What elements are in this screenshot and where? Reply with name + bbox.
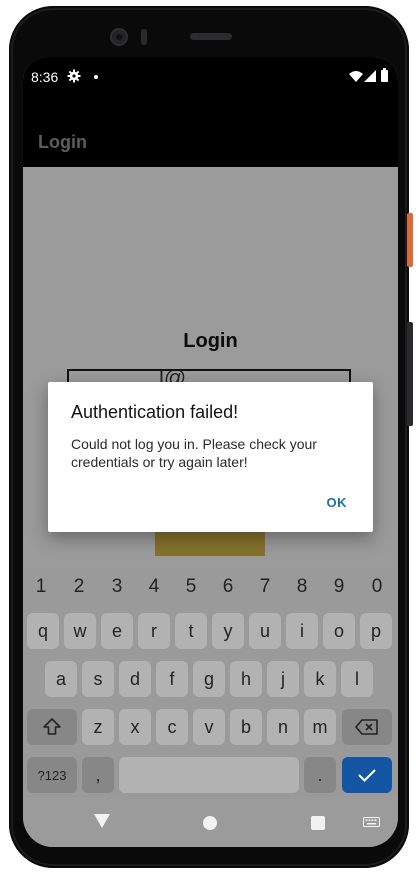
key-4[interactable]: 4 [138,573,170,601]
symbols-key[interactable]: ?123 [27,757,77,793]
backspace-icon [355,719,378,735]
earpiece-speaker [190,33,232,40]
key-0[interactable]: 0 [361,573,393,601]
notification-dot-icon [94,75,98,79]
shift-key[interactable] [27,709,77,745]
comma-key[interactable]: , [82,757,114,793]
keyboard-switch-icon[interactable] [363,817,380,827]
key-v[interactable]: v [193,709,225,745]
key-g[interactable]: g [193,661,225,697]
key-8[interactable]: 8 [286,573,318,601]
dialog-title: Authentication failed! [71,402,239,422]
volume-button [407,322,413,426]
navigation-bar [23,797,398,847]
key-1[interactable]: 1 [25,573,57,601]
key-h[interactable]: h [230,661,262,697]
key-9[interactable]: 9 [323,573,355,601]
status-time: 8:36 [31,69,59,85]
signal-icon [364,70,376,82]
front-camera [112,30,126,44]
key-x[interactable]: x [119,709,151,745]
key-i[interactable]: i [286,613,318,649]
key-q[interactable]: q [27,613,59,649]
dialog-ok-button[interactable]: OK [327,495,348,510]
key-b[interactable]: b [230,709,262,745]
status-bar: 8:36 [23,57,398,99]
gear-icon [67,69,81,83]
key-j[interactable]: j [267,661,299,697]
power-button [407,213,413,267]
key-n[interactable]: n [267,709,299,745]
key-w[interactable]: w [64,613,96,649]
proximity-sensor [141,29,147,45]
battery-icon [381,68,388,82]
key-z[interactable]: z [82,709,114,745]
soft-keyboard: 1 2 3 4 5 6 7 8 9 0 q w e r t y u i o p … [23,567,398,797]
checkmark-icon [358,769,376,782]
key-o[interactable]: o [323,613,355,649]
back-icon[interactable] [94,814,110,828]
key-y[interactable]: y [212,613,244,649]
app-bar-title: Login [38,132,87,152]
period-key[interactable]: . [304,757,336,793]
key-m[interactable]: m [304,709,336,745]
app-bar: Login [23,99,398,167]
key-5[interactable]: 5 [175,573,207,601]
key-u[interactable]: u [249,613,281,649]
key-s[interactable]: s [82,661,114,697]
wifi-icon [349,71,363,82]
key-d[interactable]: d [119,661,151,697]
shift-icon [43,718,61,735]
login-heading: Login [183,330,238,352]
key-c[interactable]: c [156,709,188,745]
key-f[interactable]: f [156,661,188,697]
enter-key[interactable] [342,757,392,793]
auth-failed-dialog: Authentication failed! Could not log you… [48,382,373,532]
backspace-key[interactable] [342,709,392,745]
key-2[interactable]: 2 [63,573,95,601]
key-7[interactable]: 7 [249,573,281,601]
key-l[interactable]: l [341,661,373,697]
recents-icon[interactable] [311,816,325,830]
key-e[interactable]: e [101,613,133,649]
dialog-message: Could not log you in. Please check your … [71,436,317,470]
key-r[interactable]: r [138,613,170,649]
key-t[interactable]: t [175,613,207,649]
home-icon[interactable] [203,816,217,830]
key-3[interactable]: 3 [101,573,133,601]
key-6[interactable]: 6 [212,573,244,601]
key-k[interactable]: k [304,661,336,697]
space-key[interactable] [119,757,299,793]
key-p[interactable]: p [360,613,392,649]
key-a[interactable]: a [45,661,77,697]
screen: 8:36 Login Login l@ GO TO S [23,57,398,847]
